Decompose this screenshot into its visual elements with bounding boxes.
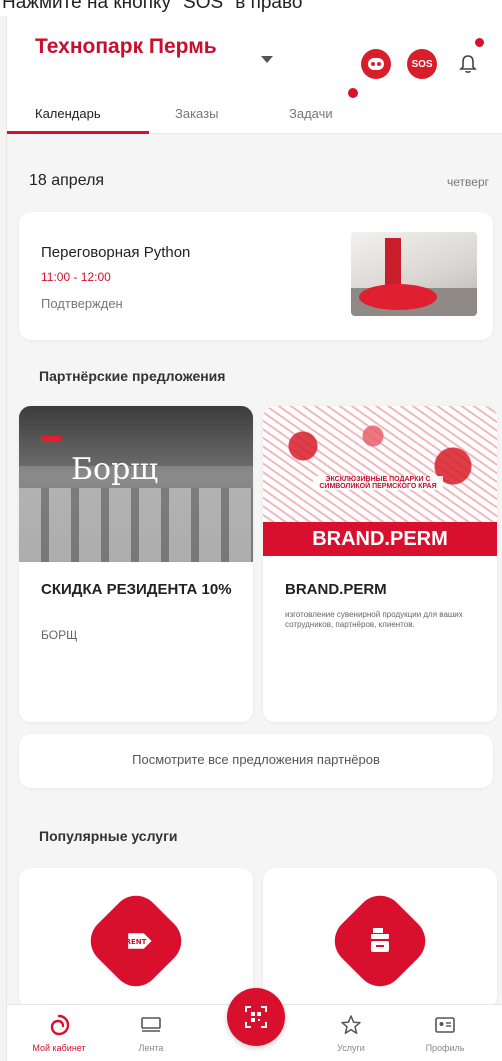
nav-label: Профиль xyxy=(425,1043,465,1053)
booking-title: Переговорная Python xyxy=(41,244,191,261)
partner-offer-card[interactable]: ЭКСКЛЮЗИВНЫЕ ПОДАРКИ С СИМВОЛИКОЙ ПЕРМСК… xyxy=(263,406,497,722)
nav-services[interactable]: Услуги xyxy=(311,1005,391,1061)
photo-tables xyxy=(19,488,253,562)
qr-scan-icon xyxy=(245,1006,267,1028)
service-card[interactable] xyxy=(263,868,497,1008)
instruction-text: Нажмите на кнопку "SOS" в право xyxy=(2,0,303,13)
banner-brand-text: BRAND.PERM xyxy=(263,522,497,556)
sos-label: SOS xyxy=(411,58,433,70)
cup-box-icon xyxy=(371,928,389,952)
tasks-badge-dot xyxy=(348,88,358,98)
photo-table xyxy=(359,284,437,310)
tab-orders[interactable]: Заказы xyxy=(175,106,218,121)
offer-description: изготовление сувенирной продукции для ва… xyxy=(285,610,463,629)
tab-bar: Календарь Заказы Задачи xyxy=(7,100,502,134)
calendar-date: 18 апреля xyxy=(29,172,105,189)
nav-label: Лента xyxy=(138,1043,164,1053)
nav-feed[interactable]: Лента xyxy=(111,1005,191,1061)
partner-offer-card[interactable]: Борщ СКИДКА РЕЗИДЕНТА 10% БОРЩ xyxy=(19,406,253,722)
brand-title[interactable]: Технопарк Пермь xyxy=(35,34,235,59)
nav-label: Мой кабинет xyxy=(32,1043,86,1053)
services-section-title: Популярные услуги xyxy=(39,828,178,844)
offer-title: СКИДКА РЕЗИДЕНТА 10% xyxy=(41,581,232,598)
nav-label: Услуги xyxy=(337,1043,365,1053)
booking-time: 11:00 - 12:00 xyxy=(41,270,111,284)
notification-dot xyxy=(475,38,484,47)
borsch-logo: Борщ xyxy=(71,452,159,487)
offer-subtitle: БОРЩ xyxy=(41,628,78,642)
bell-icon xyxy=(459,55,477,73)
view-all-offers-label: Посмотрите все предложения партнёров xyxy=(132,752,380,767)
coffee-lunch-icon xyxy=(324,885,436,997)
bot-face-icon xyxy=(368,58,384,70)
banner-doodle-accents xyxy=(263,406,497,522)
date-row: 18 апреля четверг xyxy=(7,166,502,196)
my-cabinet-icon xyxy=(47,1013,71,1037)
calendar-weekday: четверг xyxy=(447,175,489,189)
partners-section-title: Партнёрские предложения xyxy=(39,368,226,384)
brand-perm-banner: ЭКСКЛЮЗИВНЫЕ ПОДАРКИ С СИМВОЛИКОЙ ПЕРМСК… xyxy=(263,406,497,562)
tag-icon: RENT xyxy=(126,933,152,949)
star-outline-icon xyxy=(341,1015,361,1034)
notification-bell-icon[interactable] xyxy=(453,49,483,79)
feed-icon xyxy=(139,1013,163,1037)
chevron-down-icon[interactable] xyxy=(261,56,273,63)
nav-profile[interactable]: Профиль xyxy=(405,1005,485,1061)
sos-button[interactable]: SOS xyxy=(407,49,437,79)
rent-tag-icon: RENT xyxy=(80,885,192,997)
view-all-offers-button[interactable]: Посмотрите все предложения партнёров xyxy=(19,734,493,788)
cabinet-swirl-icon xyxy=(50,1014,70,1036)
chat-bot-icon[interactable] xyxy=(361,49,391,79)
tab-tasks[interactable]: Задачи xyxy=(289,106,333,121)
qr-scan-button[interactable] xyxy=(227,988,285,1046)
profile-card-icon xyxy=(433,1013,457,1037)
feed-cards-icon xyxy=(141,1017,161,1032)
photo-door xyxy=(385,238,401,286)
active-tab-indicator xyxy=(7,131,149,134)
id-card-icon xyxy=(435,1017,455,1033)
instruction-banner: Нажмите на кнопку "SOS" в право xyxy=(0,0,502,16)
nav-my-cabinet[interactable]: Мой кабинет xyxy=(19,1005,99,1061)
photo-sign xyxy=(41,436,61,442)
star-icon xyxy=(339,1013,363,1037)
banner-tagline: ЭКСКЛЮЗИВНЫЕ ПОДАРКИ С СИМВОЛИКОЙ ПЕРМСК… xyxy=(313,476,443,490)
rent-badge-text: RENT xyxy=(126,938,147,946)
tab-calendar[interactable]: Календарь xyxy=(35,106,101,121)
borsch-cafe-photo: Борщ xyxy=(19,406,253,562)
app-header: Технопарк Пермь SOS Календарь Заказы Зад… xyxy=(7,16,502,134)
meeting-room-photo xyxy=(351,232,477,316)
service-card[interactable]: RENT xyxy=(19,868,253,1008)
booking-card[interactable]: Переговорная Python 11:00 - 12:00 Подтве… xyxy=(19,212,493,340)
offer-title: BRAND.PERM xyxy=(285,581,387,598)
booking-status: Подтвержден xyxy=(41,296,123,311)
app-screen: Технопарк Пермь SOS Календарь Заказы Зад… xyxy=(6,16,502,1061)
